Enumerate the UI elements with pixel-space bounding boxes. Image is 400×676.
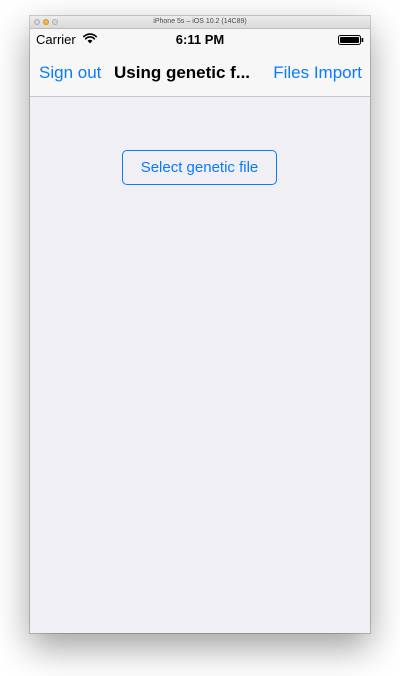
battery-icon	[338, 35, 364, 45]
navigation-bar: Sign out Using genetic f... Files Import	[30, 49, 370, 97]
status-time: 6:11 PM	[175, 32, 225, 47]
window-title: iPhone 5s – iOS 10.2 (14C89)	[153, 18, 247, 25]
status-bar: Carrier 6:11 PM	[30, 29, 370, 49]
simulator-window: iPhone 5s – iOS 10.2 (14C89) Carrier 6:1…	[30, 16, 370, 633]
files-import-button[interactable]: Files Import	[273, 63, 362, 83]
select-genetic-file-button[interactable]: Select genetic file	[122, 150, 277, 185]
nav-title: Using genetic f...	[114, 63, 251, 82]
window-titlebar: iPhone 5s – iOS 10.2 (14C89)	[30, 16, 370, 29]
sign-out-button[interactable]: Sign out	[39, 63, 101, 83]
screen: iPhone 5s – iOS 10.2 (14C89) Carrier 6:1…	[0, 0, 400, 676]
